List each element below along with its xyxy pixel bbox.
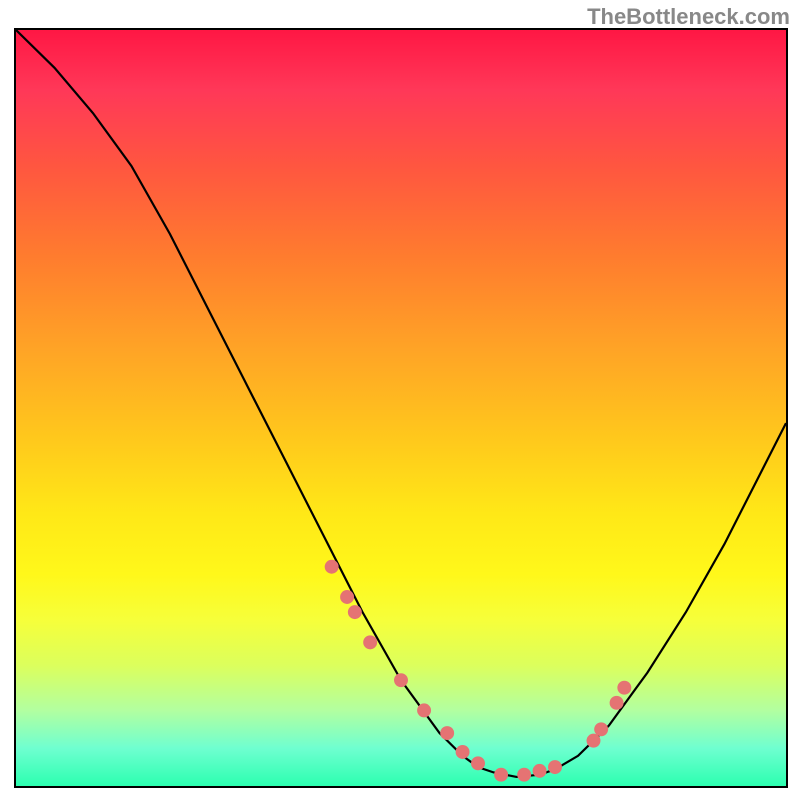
marker-dot	[340, 590, 354, 604]
plot-area	[14, 28, 788, 788]
marker-dot	[548, 760, 562, 774]
marker-dot	[417, 703, 431, 717]
marker-dot	[587, 734, 601, 748]
marker-dot	[456, 745, 470, 759]
curve-line	[16, 30, 786, 777]
marker-dot	[610, 696, 624, 710]
watermark-text: TheBottleneck.com	[587, 4, 790, 30]
chart-svg	[16, 30, 786, 786]
marker-dot	[394, 673, 408, 687]
marker-dot	[517, 768, 531, 782]
chart-container: TheBottleneck.com	[0, 0, 800, 800]
marker-dot	[594, 722, 608, 736]
marker-dot	[494, 768, 508, 782]
marker-dot	[471, 756, 485, 770]
marker-dot	[348, 605, 362, 619]
marker-dot	[325, 560, 339, 574]
marker-dot	[363, 635, 377, 649]
marker-dot	[533, 764, 547, 778]
marker-dot	[617, 681, 631, 695]
marker-dot	[440, 726, 454, 740]
